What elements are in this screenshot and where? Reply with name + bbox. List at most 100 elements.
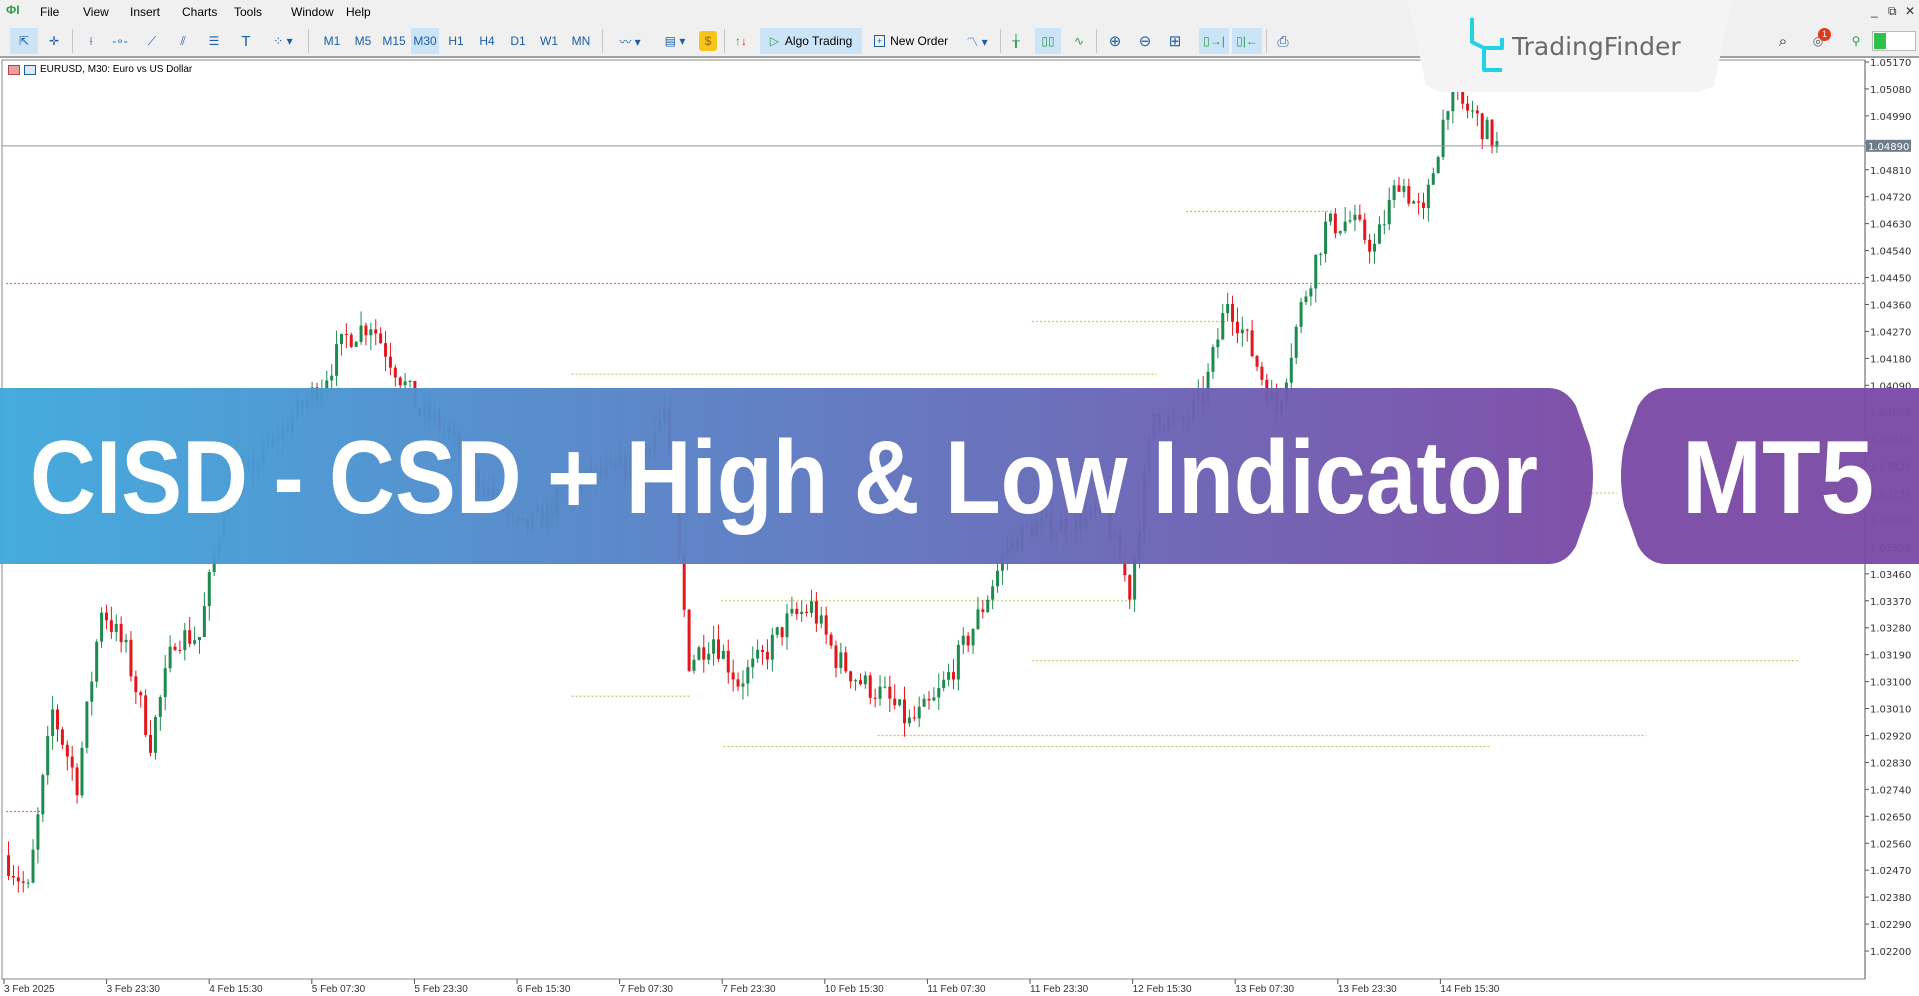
chart-shift-icon[interactable]: ▯|←: [1232, 28, 1262, 54]
dollar-icon[interactable]: $: [699, 31, 717, 51]
candle-body: [1392, 185, 1396, 200]
grid-icon[interactable]: ⊞: [1163, 28, 1187, 54]
zoom-in-icon[interactable]: ⊕: [1103, 28, 1127, 54]
candle-body: [384, 343, 388, 357]
screenshot-icon[interactable]: ⎙: [1270, 28, 1296, 54]
text-tool-icon[interactable]: T: [234, 28, 258, 54]
candle-body: [1402, 186, 1406, 192]
timeframe-w1[interactable]: W1: [537, 28, 561, 54]
minimize-button[interactable]: _: [1871, 4, 1878, 18]
menu-view[interactable]: View: [83, 5, 109, 19]
timeframe-h4[interactable]: H4: [475, 28, 499, 54]
candle-body: [100, 612, 104, 642]
candle-body: [721, 650, 725, 659]
time-tick-label: 5 Feb 07:30: [312, 984, 366, 995]
candle-body: [829, 634, 833, 646]
crosshair-icon[interactable]: ✛: [42, 28, 66, 54]
chart-title-text: EURUSD, M30: Euro vs US Dollar: [40, 64, 193, 75]
new-order-button[interactable]: + New Order: [866, 28, 956, 54]
banner-title: CISD - CSD + High & Low Indicator: [30, 420, 1538, 536]
candle-body: [1314, 254, 1318, 289]
candle-body: [863, 675, 867, 685]
timeframe-m5[interactable]: M5: [351, 28, 375, 54]
account-icon[interactable]: ◎ 1: [1805, 28, 1831, 54]
time-tick-label: 11 Feb 07:30: [927, 984, 986, 995]
candle-body: [1436, 157, 1440, 174]
line-chart-icon[interactable]: ∿: [1068, 28, 1090, 54]
candle-body: [60, 729, 64, 745]
candle-body: [379, 333, 383, 344]
candle-body: [7, 855, 11, 876]
shapes-dropdown-icon[interactable]: ⁘ ▾: [264, 28, 302, 54]
vertical-line-icon[interactable]: ⟊: [80, 28, 102, 54]
horizontal-line-icon[interactable]: -∘-: [108, 28, 132, 54]
zoom-out-icon[interactable]: ⊖: [1133, 28, 1157, 54]
candle-body: [153, 716, 157, 753]
price-tick-label: 1.02830: [1870, 758, 1911, 769]
candle-body: [873, 697, 877, 699]
logo-text: TradingFinder: [1511, 32, 1681, 61]
app-icon: ФІ: [6, 3, 20, 17]
indicators-dropdown-icon[interactable]: ▤ ▾: [655, 28, 695, 54]
candle-body: [986, 599, 990, 613]
candle-body: [716, 639, 720, 659]
buy-sell-arrows-icon[interactable]: ↑ ↓: [730, 28, 752, 54]
chart-type-dropdown-icon[interactable]: 〰 ▾: [610, 28, 650, 54]
candle-body: [1328, 213, 1332, 222]
menu-charts[interactable]: Charts: [182, 5, 217, 19]
timeframe-m1[interactable]: M1: [320, 28, 344, 54]
menu-tools[interactable]: Tools: [234, 5, 262, 19]
candle-body: [741, 683, 745, 687]
fibonacci-icon[interactable]: ☰: [202, 28, 226, 54]
candle-body: [173, 646, 177, 650]
search-icon[interactable]: ⌕: [1772, 28, 1794, 54]
restore-button[interactable]: ⧉: [1888, 4, 1897, 19]
candle-body: [129, 639, 133, 677]
timeframe-d1[interactable]: D1: [506, 28, 530, 54]
candle-body: [937, 688, 941, 698]
candle-body: [712, 639, 716, 654]
price-chart[interactable]: 1.051701.050801.049901.049001.048101.047…: [0, 59, 1919, 996]
candle-body: [1353, 214, 1357, 221]
price-tick-label: 1.03190: [1870, 651, 1911, 662]
close-button[interactable]: ✕: [1905, 4, 1915, 18]
candle-body: [707, 653, 711, 660]
candle-body: [183, 630, 187, 651]
candle-body: [780, 627, 784, 638]
candle-body: [1226, 303, 1230, 314]
auto-scroll-icon[interactable]: ▯→|: [1199, 28, 1229, 54]
trendline-icon[interactable]: ⟋: [140, 28, 164, 54]
indicator-list-dropdown-icon[interactable]: 〽 ▾: [960, 28, 994, 54]
candle-body: [868, 675, 872, 698]
candle-body: [756, 649, 760, 659]
candle-body: [1231, 303, 1235, 322]
candle-body: [1216, 339, 1220, 348]
timeframe-h1[interactable]: H1: [444, 28, 468, 54]
candle-body: [795, 608, 799, 615]
candle-body: [1461, 91, 1465, 104]
candle-body: [819, 615, 823, 624]
menu-insert[interactable]: Insert: [130, 5, 160, 19]
candlestick-chart-icon[interactable]: ▯▯: [1035, 28, 1061, 54]
candle-body: [1304, 296, 1308, 303]
candle-body: [1128, 575, 1132, 600]
menu-help[interactable]: Help: [346, 5, 371, 19]
select-cursor-icon[interactable]: ⇱: [10, 28, 38, 54]
algo-trading-button[interactable]: ▷ Algo Trading: [760, 28, 862, 54]
bar-chart-icon[interactable]: ╁: [1005, 28, 1027, 54]
candle-body: [976, 609, 980, 629]
candle-body: [398, 377, 402, 386]
candle-body: [149, 734, 153, 753]
menu-window[interactable]: Window: [291, 5, 334, 19]
channel-icon[interactable]: ⫽: [171, 28, 195, 54]
candle-body: [1407, 186, 1411, 204]
candle-body: [144, 695, 148, 735]
timeframe-m30[interactable]: M30: [411, 28, 439, 54]
timeframe-m15[interactable]: M15: [380, 28, 408, 54]
candle-body: [1294, 326, 1298, 358]
candle-body: [898, 699, 902, 706]
timeframe-mn[interactable]: MN: [568, 28, 594, 54]
candle-body: [364, 325, 368, 336]
menu-file[interactable]: File: [40, 5, 59, 19]
candle-body: [702, 647, 706, 660]
